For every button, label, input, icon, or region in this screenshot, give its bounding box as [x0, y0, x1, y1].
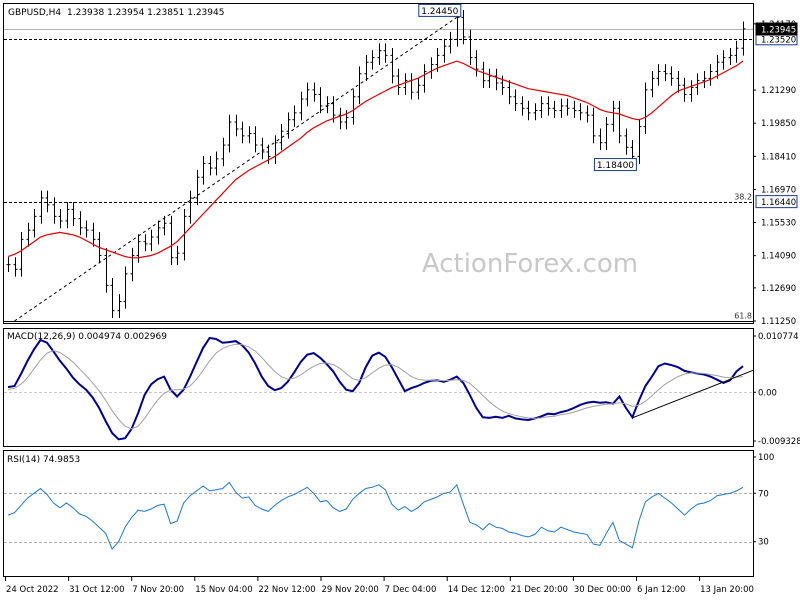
time-tick-label: 29 Nov 20:00 [322, 585, 379, 595]
price-level-box-label: 1.16440 [761, 198, 796, 208]
watermark: ActionForex.com [422, 249, 638, 279]
rsi-tick-label: 30 [758, 538, 769, 548]
price-annotation-label: 1.18400 [597, 161, 634, 171]
price-annotation-label: 1.24450 [421, 7, 458, 17]
time-tick-label: 7 Nov 20:00 [132, 585, 184, 595]
time-tick-label: 6 Jan 12:00 [637, 585, 685, 595]
macd-tick-label: -0.009328 [758, 437, 800, 447]
fib-level-label: 38.2 [734, 193, 752, 202]
chart-ohlc: 1.23938 1.23954 1.23851 1.23945 [67, 8, 224, 18]
macd-title: MACD(12,26,9) 0.004974 0.002969 [7, 332, 167, 342]
price-tick-label: 1.16970 [761, 185, 796, 195]
chart-symbol: GBPUSD,H4 [8, 8, 61, 18]
fib-level-label: 61.8 [734, 312, 752, 321]
price-tick-label: 1.15530 [761, 219, 796, 229]
time-tick-label: 7 Dec 04:00 [385, 585, 437, 595]
macd-tick-label: 0.010774 [758, 332, 799, 342]
time-tick-label: 30 Dec 00:00 [574, 585, 631, 595]
price-tick-label: 1.12690 [761, 284, 796, 294]
price-tick-label: 1.11250 [761, 317, 796, 327]
time-tick-label: 21 Dec 20:00 [511, 585, 568, 595]
rsi-tick-label: 70 [758, 489, 769, 499]
macd-tick-label: 0.00 [758, 388, 777, 398]
time-tick-label: 24 Oct 2022 [6, 585, 59, 595]
time-tick-label: 31 Oct 12:00 [69, 585, 124, 595]
current-price-label: 1.23945 [761, 26, 796, 36]
time-tick-label: 15 Nov 04:00 [195, 585, 252, 595]
price-level-box-label: 1.23520 [761, 35, 796, 45]
time-tick-label: 13 Jan 20:00 [700, 585, 754, 595]
price-tick-label: 1.19850 [761, 119, 796, 129]
price-tick-label: 1.21290 [761, 86, 796, 96]
price-tick-label: 1.14090 [761, 252, 796, 262]
rsi-title: RSI(14) 74.9853 [7, 455, 80, 465]
forex-chart[interactable]: ActionForex.com 38.261.8 1.244501.18400 … [0, 0, 800, 600]
price-tick-label: 1.18410 [761, 152, 796, 162]
time-tick-label: 14 Dec 12:00 [448, 585, 505, 595]
rsi-tick-label: 100 [758, 453, 774, 463]
time-tick-label: 22 Nov 12:00 [258, 585, 315, 595]
